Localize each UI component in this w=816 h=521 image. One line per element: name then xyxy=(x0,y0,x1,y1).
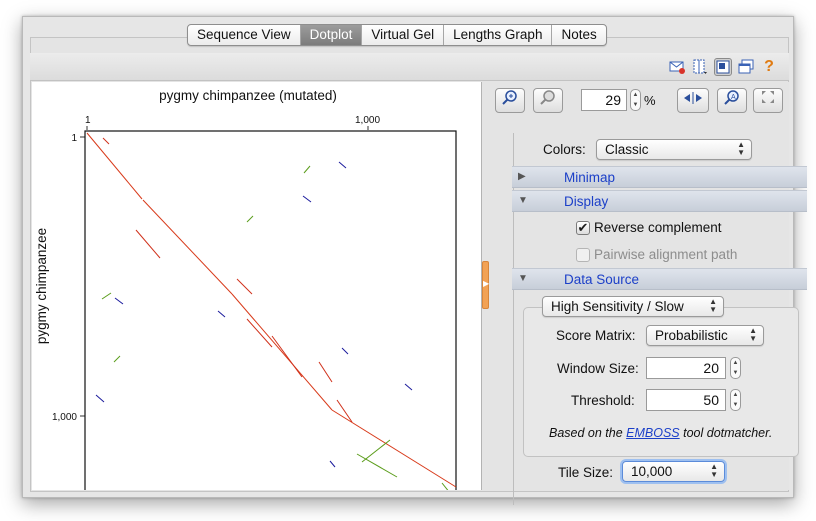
plot-frame xyxy=(84,130,457,494)
pairwise-alignment-label: Pairwise alignment path xyxy=(594,247,738,262)
emboss-link[interactable]: EMBOSS xyxy=(626,426,680,440)
section-minimap[interactable]: ▶ Minimap xyxy=(512,166,807,188)
tab-lengths-graph[interactable]: Lengths Graph xyxy=(444,25,553,45)
y-axis-label: pygmy chimpanzee xyxy=(34,228,49,344)
note-suffix: tool dotmatcher. xyxy=(679,426,773,440)
zoom-unit: % xyxy=(644,93,656,108)
select-arrows-icon: ▲ ▼ xyxy=(709,297,717,314)
split-view-icon[interactable] xyxy=(691,58,709,76)
algorithm-select-value: High Sensitivity / Slow xyxy=(551,299,684,314)
score-matrix-select-value: Probabilistic xyxy=(655,328,728,343)
select-arrows-icon: ▲ ▼ xyxy=(749,326,757,343)
window-size-input[interactable]: 20 xyxy=(646,357,726,379)
colors-select[interactable]: Classic ▲ ▼ xyxy=(596,139,752,160)
section-display[interactable]: ▼ Display xyxy=(512,190,807,212)
pairwise-alignment-checkbox[interactable] xyxy=(576,248,590,262)
section-minimap-title: Minimap xyxy=(564,170,616,185)
zoom-out-icon xyxy=(540,90,555,105)
select-arrows-icon: ▲ ▼ xyxy=(710,462,718,479)
disclosure-open-icon: ▼ xyxy=(518,195,528,206)
fit-button[interactable] xyxy=(677,88,709,113)
section-data-source[interactable]: ▼ Data Source xyxy=(512,268,807,290)
disclosure-open-icon: ▼ xyxy=(518,273,528,284)
zoom-sequence-button[interactable]: A xyxy=(717,88,747,113)
colors-select-value: Classic xyxy=(605,142,649,157)
fit-arrows-icon xyxy=(684,92,702,104)
section-display-title: Display xyxy=(564,194,609,209)
reverse-complement-checkbox[interactable]: ✔ xyxy=(576,221,590,235)
svg-text:A: A xyxy=(731,94,736,101)
threshold-label: Threshold: xyxy=(571,393,635,408)
window-size-stepper[interactable]: ▲ ▼ xyxy=(730,357,741,379)
x-axis-label: pygmy chimpanzee (mutated) xyxy=(159,88,337,103)
y-tick-label-1000: 1,000 xyxy=(52,412,77,423)
magnify-text-icon: A xyxy=(724,90,739,105)
settings-pane: 29 ▲ ▼ % A Colors: Classic ▲ ▼ ▶ Minimap ▼… xyxy=(489,82,807,505)
view-tabbar: Sequence View Dotplot Virtual Gel Length… xyxy=(187,24,607,46)
expand-icon xyxy=(762,91,774,103)
score-matrix-select[interactable]: Probabilistic ▲ ▼ xyxy=(646,325,764,346)
tile-size-label: Tile Size: xyxy=(558,465,614,480)
layout-icon[interactable] xyxy=(714,58,732,76)
dotplot-pane: pygmy chimpanzee (mutated) pygmy chimpan… xyxy=(32,82,482,494)
colors-label: Colors: xyxy=(543,142,586,157)
app-window: Sequence View Dotplot Virtual Gel Length… xyxy=(22,16,807,505)
tile-size-select[interactable]: 10,000 ▲ ▼ xyxy=(622,461,725,482)
disclosure-closed-icon: ▶ xyxy=(518,171,526,182)
dotplot-canvas[interactable]: pygmy chimpanzee (mutated) pygmy chimpan… xyxy=(32,82,482,494)
toolbar: ? xyxy=(30,53,789,81)
y-tick-label-1: 1 xyxy=(71,133,77,144)
algorithm-select[interactable]: High Sensitivity / Slow ▲ ▼ xyxy=(542,296,724,317)
select-arrows-icon: ▲ ▼ xyxy=(737,140,745,157)
pane-divider-handle[interactable]: ▶ xyxy=(482,261,489,309)
section-data-source-title: Data Source xyxy=(564,272,640,287)
window-size-label: Window Size: xyxy=(557,361,639,376)
zoom-in-button[interactable] xyxy=(495,88,525,113)
tab-sequence-view[interactable]: Sequence View xyxy=(188,25,301,45)
zoom-in-icon xyxy=(502,90,517,105)
tab-virtual-gel[interactable]: Virtual Gel xyxy=(362,25,445,45)
expand-button[interactable] xyxy=(753,88,783,113)
zoom-input[interactable]: 29 xyxy=(581,89,627,111)
x-tick-label-1: 1 xyxy=(85,115,91,126)
help-icon[interactable]: ? xyxy=(760,58,778,76)
threshold-stepper[interactable]: ▲ ▼ xyxy=(730,389,741,411)
tab-dotplot[interactable]: Dotplot xyxy=(300,25,363,45)
zoom-out-button[interactable] xyxy=(533,88,563,113)
x-tick-label-1000: 1,000 xyxy=(355,115,380,126)
reverse-complement-label: Reverse complement xyxy=(594,220,722,235)
emboss-note: Based on the EMBOSS tool dotmatcher. xyxy=(549,426,772,440)
email-icon[interactable] xyxy=(668,58,686,76)
tile-size-select-value: 10,000 xyxy=(631,464,673,479)
tab-notes[interactable]: Notes xyxy=(552,25,605,45)
zoom-stepper[interactable]: ▲ ▼ xyxy=(630,89,641,111)
score-matrix-label: Score Matrix: xyxy=(556,328,636,343)
threshold-input[interactable]: 50 xyxy=(646,389,726,411)
note-prefix: Based on the xyxy=(549,426,627,440)
new-window-icon[interactable] xyxy=(737,58,755,76)
